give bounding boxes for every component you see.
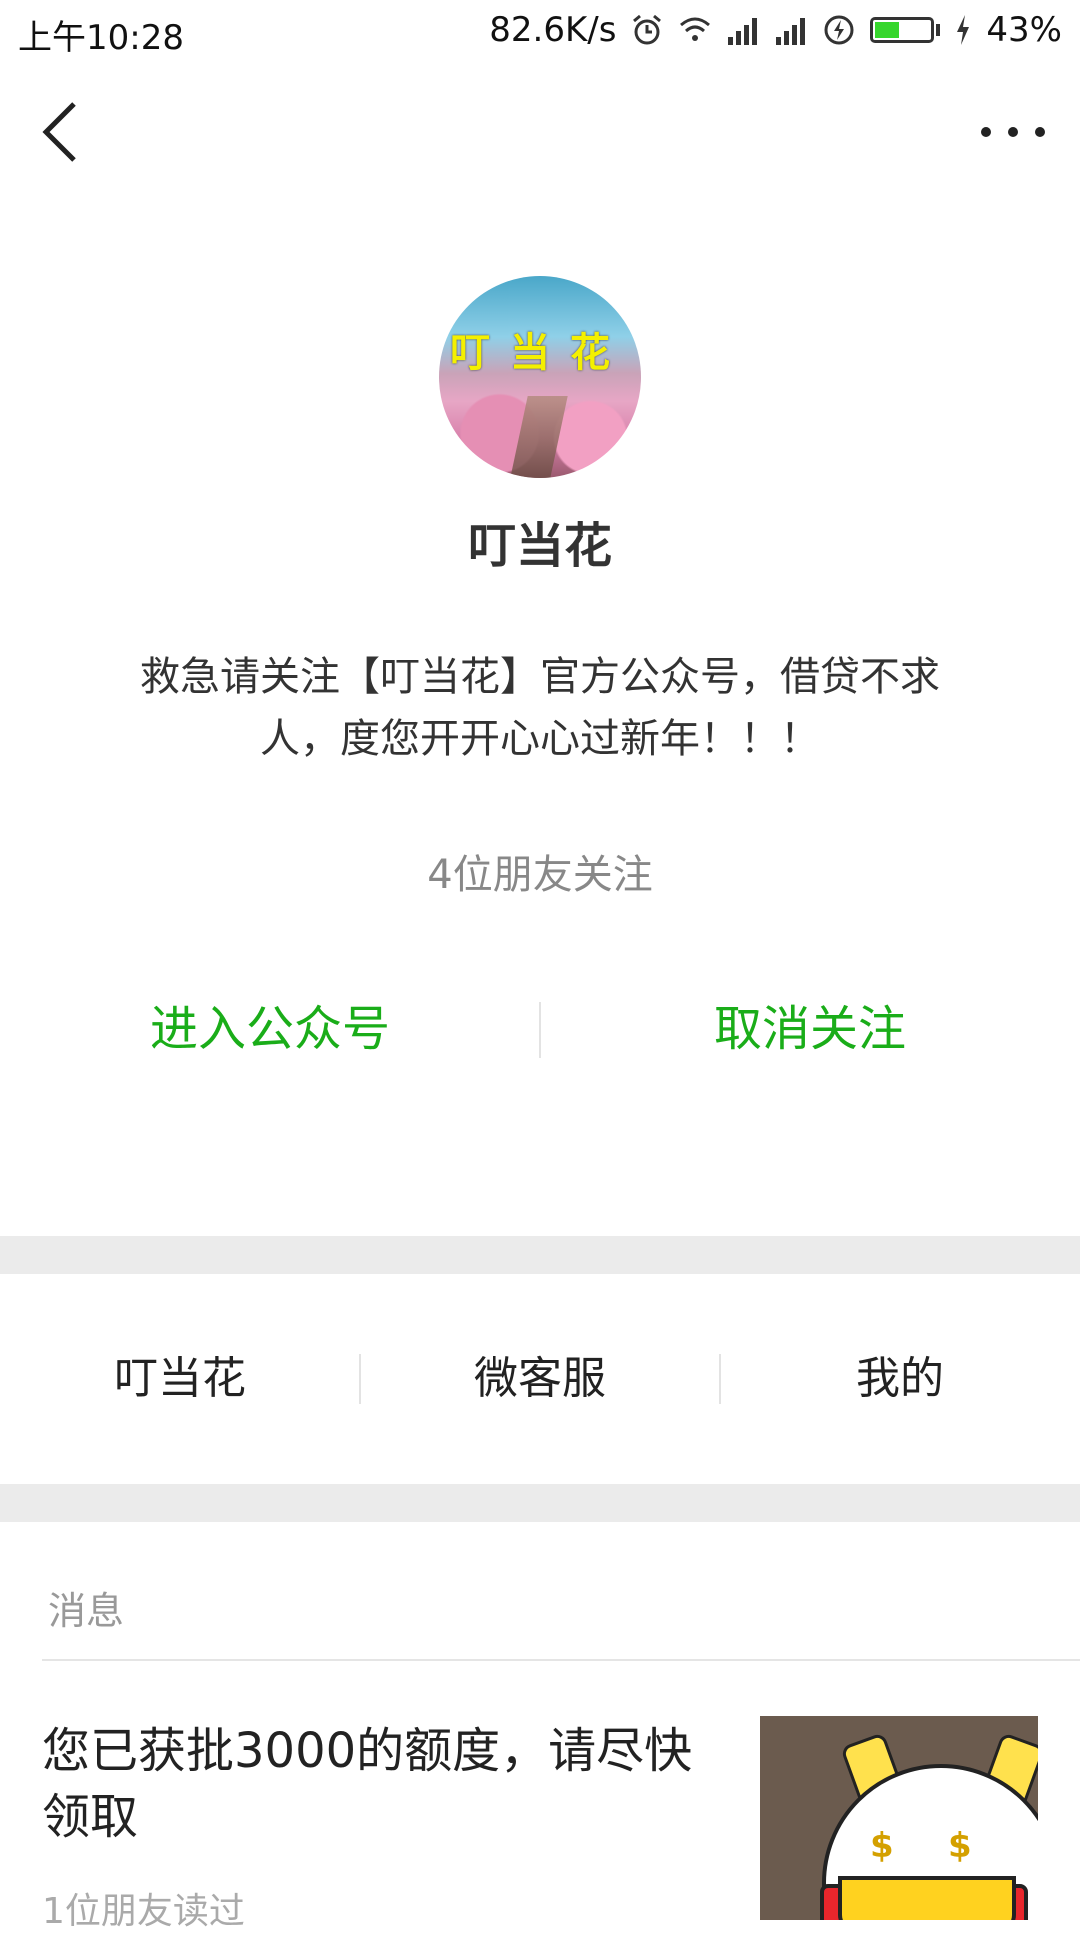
- friends-following[interactable]: 4位朋友关注: [0, 842, 1080, 900]
- more-button[interactable]: [976, 114, 1050, 150]
- divider: [42, 1659, 1080, 1661]
- thumb-gold-ingot: [838, 1876, 1016, 1920]
- account-avatar: 叮当花: [439, 276, 641, 478]
- network-speed: 82.6K/s: [489, 10, 617, 50]
- unfollow-button[interactable]: 取消关注: [540, 990, 1080, 1068]
- avatar-path-decoration: [510, 396, 568, 478]
- menu-item-2[interactable]: 微客服: [360, 1274, 720, 1484]
- status-bar: 上午10:28 82.6K/s 43%: [0, 0, 1080, 62]
- battery-icon: [870, 17, 941, 43]
- power-saving-icon: [824, 15, 854, 45]
- more-dots-icon: [981, 127, 1045, 137]
- enter-account-button[interactable]: 进入公众号: [0, 990, 540, 1068]
- thumb-eye: $: [948, 1826, 972, 1866]
- section-separator: [0, 1484, 1080, 1522]
- article-read-count: 1位朋友读过: [42, 1891, 245, 1932]
- article-title[interactable]: 您已获批3000的额度，请尽快领取: [42, 1718, 732, 1850]
- status-time: 上午10:28: [18, 18, 184, 58]
- section-separator: [0, 1236, 1080, 1274]
- charging-icon: [957, 15, 970, 45]
- wifi-icon: [680, 17, 711, 41]
- account-name: 叮当花: [467, 518, 612, 574]
- battery-percent: 43%: [986, 10, 1062, 50]
- thumb-eye: $: [870, 1826, 894, 1866]
- account-menu: 叮当花 微客服 我的: [0, 1274, 1080, 1484]
- messages-section-title: 消息: [48, 1589, 125, 1633]
- alarm-icon: [633, 14, 662, 45]
- signal-icon-1: [728, 18, 758, 45]
- chevron-left-icon: [42, 102, 76, 162]
- menu-item-1[interactable]: 叮当花: [0, 1274, 360, 1484]
- article-thumbnail[interactable]: $ $: [760, 1716, 1038, 1920]
- account-intro: 救急请关注【叮当花】官方公众号，借贷不求人，度您开开心心过新年！！！: [140, 654, 940, 762]
- action-row: 进入公众号 取消关注: [0, 990, 1080, 1068]
- menu-item-3[interactable]: 我的: [720, 1274, 1080, 1484]
- nav-bar: [0, 62, 1080, 202]
- back-button[interactable]: [36, 98, 84, 166]
- signal-icon-2: [776, 18, 806, 45]
- avatar-logo-text: 叮当花: [450, 330, 630, 376]
- status-icons: 82.6K/s 43%: [489, 10, 1062, 50]
